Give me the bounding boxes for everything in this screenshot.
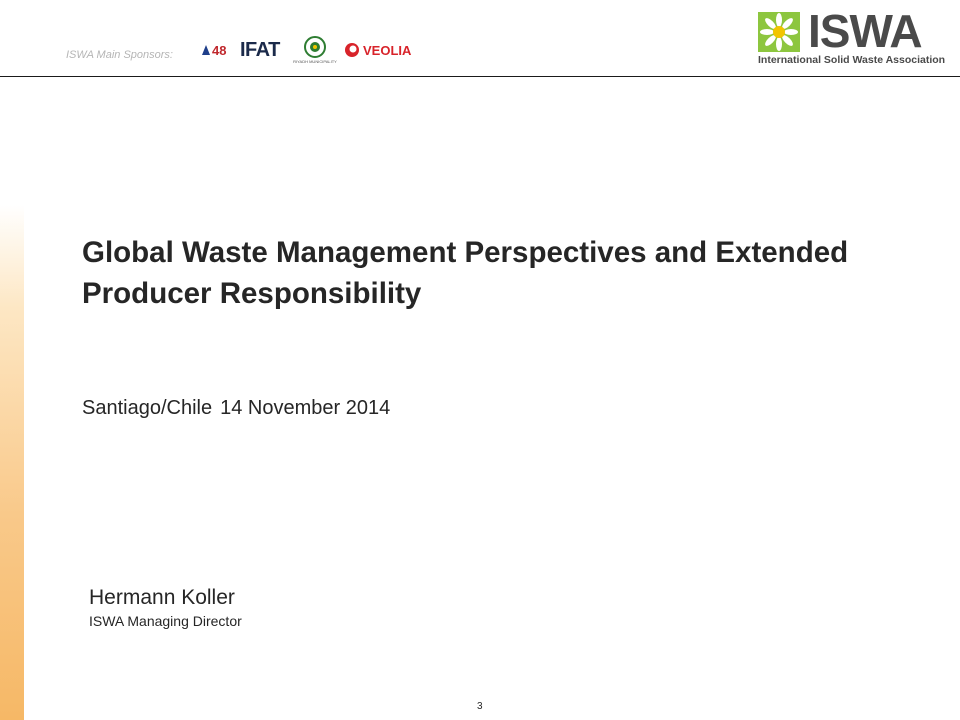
sponsor-48-text: 48 <box>212 42 227 58</box>
riyadh-emblem-icon <box>304 36 326 58</box>
iswa-logo: ISWA International Solid Waste Associati… <box>756 5 952 70</box>
iswa-flower-icon <box>758 12 800 52</box>
left-accent-bar <box>0 205 24 720</box>
sponsor-48-logo: 48 <box>200 34 234 66</box>
slide-title: Global Waste Management Perspectives and… <box>82 236 849 310</box>
veolia-swirl-icon <box>345 43 359 57</box>
sponsor-ifat-text: IFAT <box>240 38 280 61</box>
iswa-wordmark: ISWA <box>808 5 923 57</box>
sponsor-riyadh-text: RIYADH MUNICIPALITY <box>293 59 337 64</box>
header-divider <box>0 76 960 77</box>
location-text: Santiago/Chile <box>82 397 213 419</box>
iswa-subtitle: International Solid Waste Association <box>758 54 946 66</box>
sponsor-riyadh-logo: RIYADH MUNICIPALITY <box>292 34 338 66</box>
sponsor-48-icon <box>202 45 210 55</box>
presenter-name: Hermann Koller <box>89 586 235 609</box>
sponsor-ifat-logo: IFAT <box>240 34 290 66</box>
location-date-line: Santiago/Chile 14 November 2014 <box>82 397 390 420</box>
sponsor-veolia-text: VEOLIA <box>363 42 412 58</box>
presenter-role: ISWA Managing Director <box>89 613 242 629</box>
slide: ISWA Main Sponsors: 48 IFAT RIYADH MUNIC… <box>0 0 960 720</box>
sponsor-veolia-logo: VEOLIA <box>344 34 414 66</box>
sponsors-label: ISWA Main Sponsors: <box>66 49 173 61</box>
date-text: 14 November 2014 <box>220 397 391 419</box>
page-number: 3 <box>477 701 483 712</box>
